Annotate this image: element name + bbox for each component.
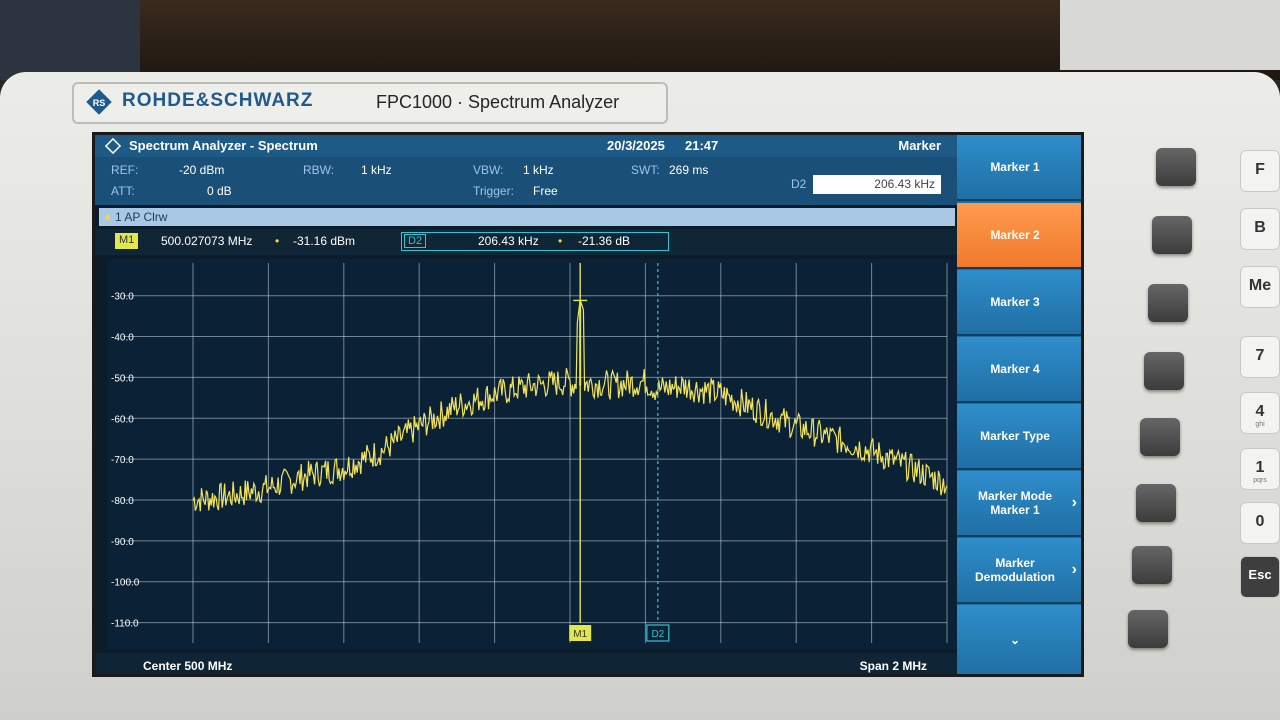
trigger-label: Trigger: bbox=[473, 184, 514, 198]
svg-text:RS: RS bbox=[93, 98, 106, 108]
date: 20/3/2025 bbox=[607, 138, 665, 153]
hardware-softkey-8[interactable] bbox=[1128, 610, 1168, 648]
softkey-label: Marker Type bbox=[980, 429, 1050, 443]
hardware-softkey-5[interactable] bbox=[1140, 418, 1180, 456]
title-bar: Spectrum Analyzer - Spectrum 20/3/2025 2… bbox=[95, 135, 957, 157]
ref-value[interactable]: -20 dBm bbox=[179, 163, 224, 177]
trigger-value[interactable]: Free bbox=[533, 184, 558, 198]
footer-bar: Center 500 MHz Span 2 MHz bbox=[95, 653, 957, 674]
key-b[interactable]: B bbox=[1240, 208, 1280, 250]
softkey-label: Marker 2 bbox=[990, 228, 1040, 242]
softkey-label: ⌄ bbox=[1009, 633, 1021, 647]
rs-mode-icon bbox=[105, 138, 121, 154]
key-0[interactable]: 0 bbox=[1240, 502, 1280, 544]
marker-m1-flag-label: M1 bbox=[573, 629, 587, 640]
key-1-label: 1 bbox=[1255, 459, 1265, 476]
d2-label: D2 bbox=[791, 177, 807, 191]
trace-label: 1 AP Clrw bbox=[115, 210, 168, 224]
key-4-sub: ghi bbox=[1255, 421, 1265, 428]
softkey-8[interactable]: ⌄ bbox=[957, 605, 1081, 674]
y-tick-label: -100.0 bbox=[111, 578, 140, 589]
d2-tag: D2 bbox=[404, 234, 427, 248]
spectrum-plot[interactable]: -30.0 -40.0 -50.0 -60.0 -70.0 -80.0 -90.0 -100.… bbox=[107, 259, 957, 649]
y-tick-label: -30.0 bbox=[111, 292, 134, 303]
key-4-label: 4 bbox=[1255, 403, 1265, 420]
time: 21:47 bbox=[685, 138, 719, 153]
y-tick-label: -90.0 bbox=[111, 537, 134, 548]
y-tick-label: -110.0 bbox=[111, 619, 139, 630]
softkey-label: Marker 1 bbox=[990, 160, 1040, 174]
y-tick-label: -60.0 bbox=[111, 414, 134, 425]
m1-level: -31.16 dBm bbox=[293, 234, 356, 248]
key-7[interactable]: 7 bbox=[1240, 336, 1280, 378]
m1-tag: M1 bbox=[115, 233, 139, 249]
model-name: FPC1000 · Spectrum Analyzer bbox=[376, 92, 620, 112]
y-tick-label: -50.0 bbox=[111, 373, 134, 384]
mode-title: Spectrum Analyzer - Spectrum bbox=[129, 138, 318, 153]
hardware-softkey-6[interactable] bbox=[1136, 484, 1176, 522]
rbw-value[interactable]: 1 kHz bbox=[361, 163, 392, 177]
swt-label: SWT: bbox=[631, 163, 660, 177]
analyzer-screen: Spectrum Analyzer - Spectrum 20/3/2025 2… bbox=[92, 132, 1084, 677]
y-tick-label: -40.0 bbox=[111, 333, 134, 344]
d2-input-field[interactable]: 206.43 kHz bbox=[813, 175, 941, 194]
key-f[interactable]: F bbox=[1240, 150, 1280, 192]
swt-value[interactable]: 269 ms bbox=[669, 163, 708, 177]
trace-dot-icon bbox=[105, 215, 110, 220]
hardware-softkey-2[interactable] bbox=[1152, 216, 1192, 254]
y-tick-label: -70.0 bbox=[111, 455, 134, 466]
hardware-softkey-4[interactable] bbox=[1144, 352, 1184, 390]
marker-readout-row: M1 500.027073 MHz • -31.16 dBm D2 206.43… bbox=[95, 229, 957, 255]
hardware-softkey-1[interactable] bbox=[1156, 148, 1196, 186]
key-4[interactable]: 4 ghi bbox=[1240, 392, 1280, 434]
softkey-label: Marker Mode Marker 1 bbox=[977, 489, 1053, 517]
chevron-right-icon: › bbox=[1071, 561, 1077, 578]
vbw-label: VBW: bbox=[473, 163, 504, 177]
key-1[interactable]: 1 pqrs bbox=[1240, 448, 1280, 490]
softkey-label: Marker 3 bbox=[990, 295, 1040, 309]
softkey-3[interactable]: Marker 3 bbox=[957, 270, 1081, 336]
ref-label: REF: bbox=[111, 163, 139, 177]
parameter-panel: REF: -20 dBm ATT: 0 dB RBW: 1 kHz VBW: 1… bbox=[95, 157, 957, 205]
marker-d2-flag-label: D2 bbox=[651, 629, 664, 640]
span-value[interactable]: Span 2 MHz bbox=[860, 659, 927, 673]
d2-frequency: 206.43 kHz bbox=[478, 234, 539, 248]
softkey-label: Marker Demodulation bbox=[975, 556, 1055, 584]
d2-readout: D2 206.43 kHz • -21.36 dB bbox=[401, 232, 669, 251]
hardware-softkey-7[interactable] bbox=[1132, 546, 1172, 584]
softkey-5[interactable]: Marker Type bbox=[957, 404, 1081, 470]
softkey-1[interactable]: Marker 1 bbox=[957, 135, 1081, 201]
hardware-softkey-3[interactable] bbox=[1148, 284, 1188, 322]
brand-name: ROHDE&SCHWARZ bbox=[122, 90, 314, 111]
background-equipment bbox=[0, 0, 140, 80]
rs-logo-icon: RS bbox=[86, 89, 112, 115]
menu-title: Marker bbox=[898, 138, 941, 153]
softkey-label: Marker 4 bbox=[990, 362, 1040, 376]
background-wall bbox=[1060, 0, 1280, 70]
d2-level: -21.36 dB bbox=[578, 234, 631, 248]
key-7-label: 7 bbox=[1255, 347, 1265, 364]
att-label: ATT: bbox=[111, 184, 135, 198]
center-frequency[interactable]: Center 500 MHz bbox=[143, 659, 232, 673]
trace-info-bar: 1 AP Clrw bbox=[99, 208, 955, 226]
key-1-sub: pqrs bbox=[1253, 477, 1267, 484]
key-esc[interactable]: Esc bbox=[1240, 556, 1280, 598]
plot-background bbox=[107, 259, 957, 649]
softkey-2[interactable]: Marker 2 bbox=[957, 203, 1081, 269]
softkey-4[interactable]: Marker 4 bbox=[957, 337, 1081, 403]
m1-separator: • bbox=[275, 234, 280, 248]
d2-separator: • bbox=[558, 234, 563, 248]
key-me[interactable]: Me bbox=[1240, 266, 1280, 308]
m1-frequency: 500.027073 MHz bbox=[161, 234, 253, 248]
softkey-7[interactable]: Marker Demodulation › bbox=[957, 538, 1081, 604]
rbw-label: RBW: bbox=[303, 163, 335, 177]
vbw-value[interactable]: 1 kHz bbox=[523, 163, 554, 177]
softkey-panel: Marker 1 Marker 2 Marker 3 Marker 4 Marker T… bbox=[957, 135, 1081, 674]
softkey-6[interactable]: Marker Mode Marker 1 › bbox=[957, 471, 1081, 537]
att-value[interactable]: 0 dB bbox=[207, 184, 232, 198]
y-tick-label: -80.0 bbox=[111, 496, 134, 507]
chevron-right-icon: › bbox=[1071, 494, 1077, 511]
